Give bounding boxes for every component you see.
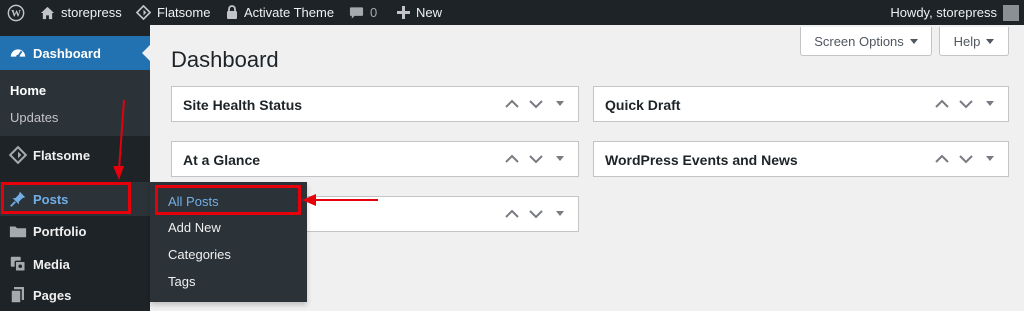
left-arrow [302, 194, 378, 206]
annotation-arrows [113, 99, 378, 206]
down-arrow [113, 99, 125, 180]
